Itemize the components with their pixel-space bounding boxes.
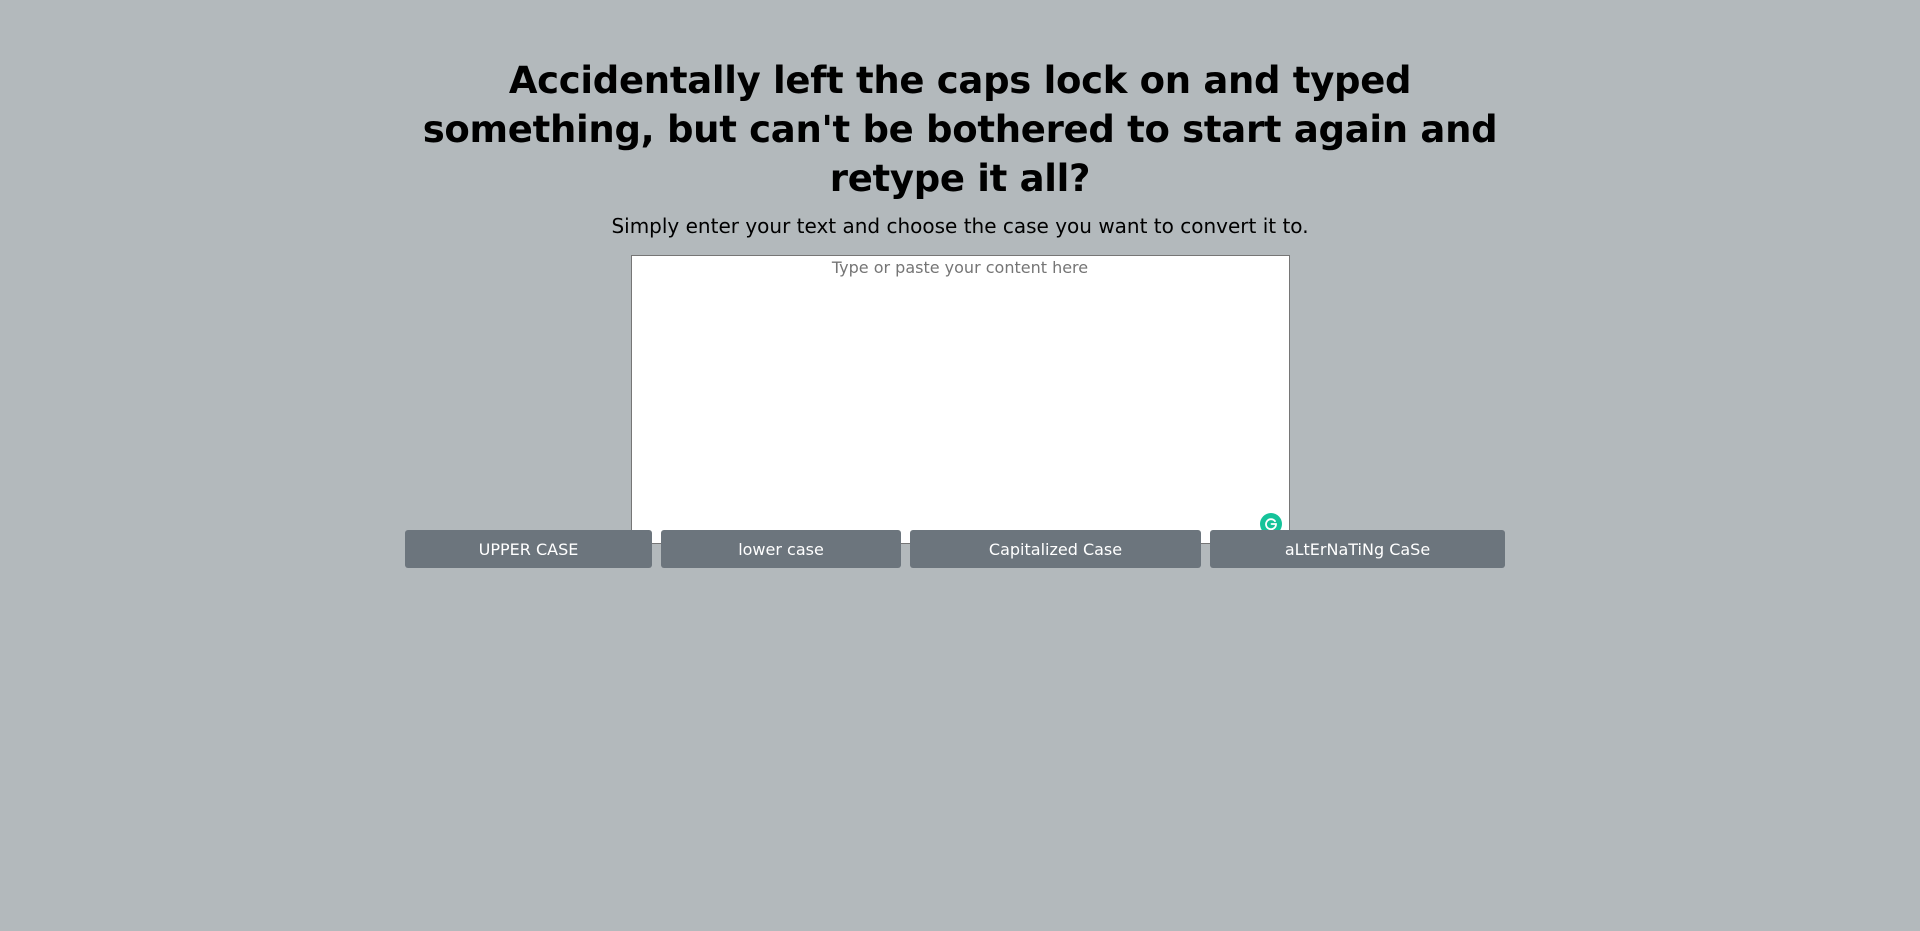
grammarly-g-glyph [1264,518,1277,531]
main-container: Accidentally left the caps lock on and t… [0,0,1920,544]
case-buttons-row: UPPER CASE lower case Capitalized Case a… [405,530,1505,568]
page-title: Accidentally left the caps lock on and t… [422,59,1498,200]
alternating-case-button[interactable]: aLtErNaTiNg CaSe [1210,530,1505,568]
lower-case-button[interactable]: lower case [661,530,901,568]
page-subtitle: Simply enter your text and choose the ca… [611,214,1309,238]
content-textarea[interactable] [630,255,1290,544]
upper-case-button[interactable]: UPPER CASE [405,530,652,568]
editor-wrapper [630,255,1290,544]
capitalized-case-button[interactable]: Capitalized Case [910,530,1201,568]
